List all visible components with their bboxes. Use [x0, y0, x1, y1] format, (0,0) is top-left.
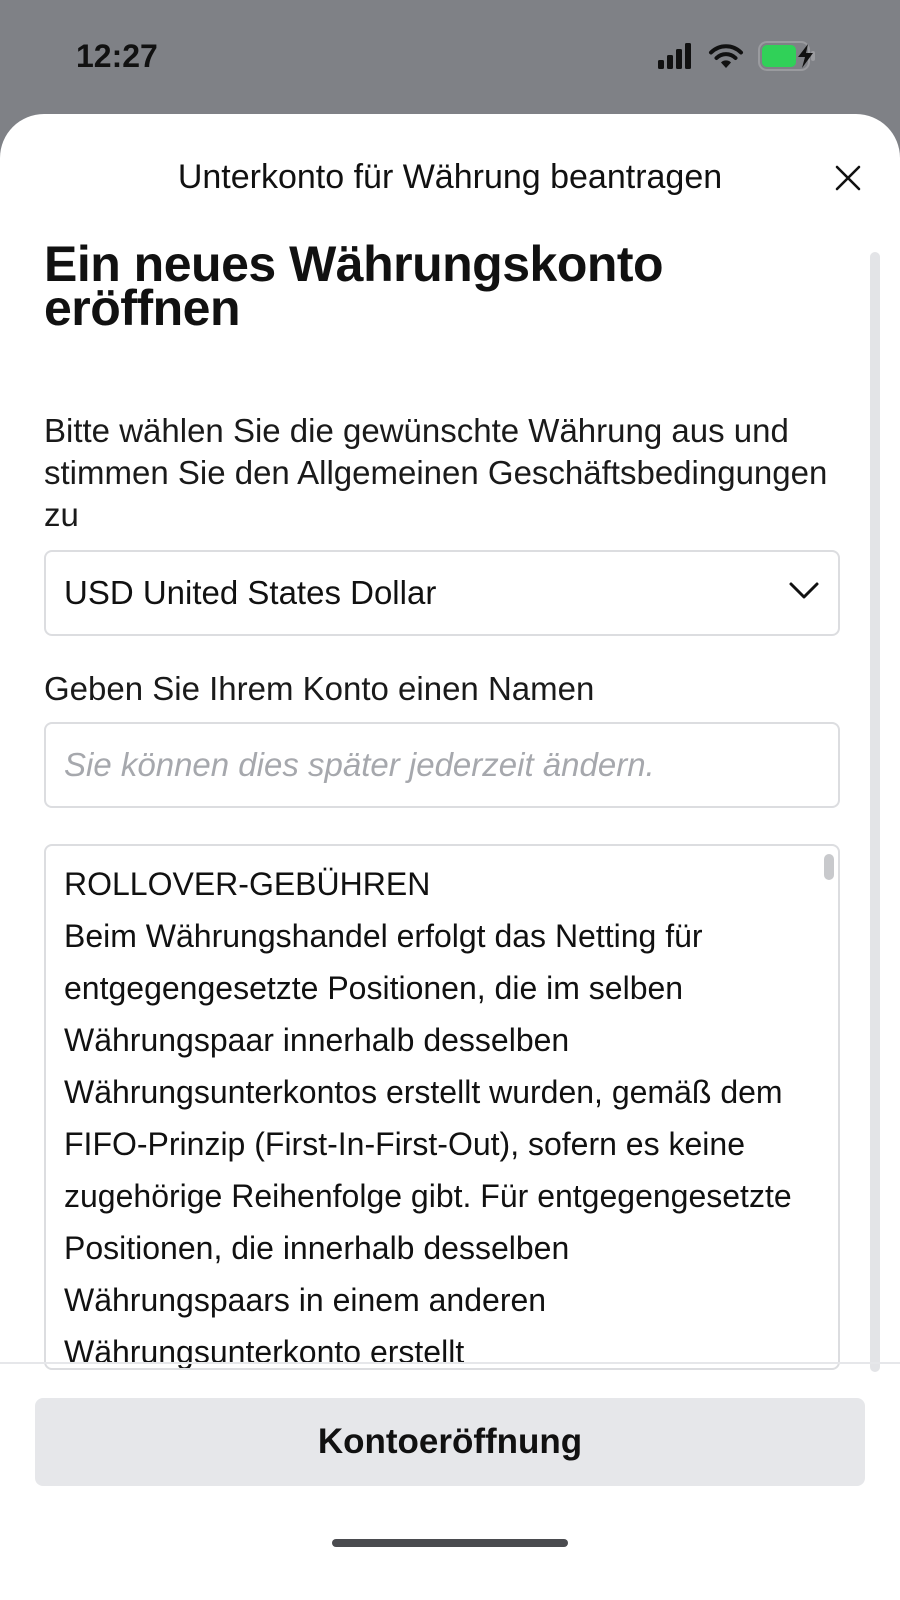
status-bar: 12:27: [0, 0, 900, 115]
battery-charging-icon: [758, 40, 824, 76]
sheet-title: Unterkonto für Währung beantragen: [177, 158, 723, 196]
bottom-sheet: Unterkonto für Währung beantragen Ein ne…: [0, 114, 900, 1600]
terms-body: Beim Währungshandel erfolgt das Netting …: [64, 918, 792, 1370]
sheet-scrollbar[interactable]: [870, 252, 880, 1372]
terms-scroll-box[interactable]: ROLLOVER-GEBÜHREN Beim Währungshandel er…: [44, 844, 840, 1370]
terms-scrollbar[interactable]: [824, 854, 834, 880]
wifi-icon: [708, 43, 744, 74]
account-name-label: Geben Sie Ihrem Konto einen Namen: [44, 670, 595, 707]
status-time: 12:27: [76, 38, 158, 74]
close-button[interactable]: [828, 160, 868, 200]
intro-text: Bitte wählen Sie die gewünschte Währung …: [44, 412, 828, 533]
currency-select-value: USD United States Dollar: [64, 574, 437, 611]
terms-title: ROLLOVER-GEBÜHREN: [64, 866, 431, 902]
footer-divider: [0, 1362, 900, 1364]
open-account-button[interactable]: Kontoeröffnung: [35, 1398, 865, 1486]
account-name-input[interactable]: [44, 722, 840, 808]
close-icon: [834, 164, 862, 197]
home-indicator: [332, 1539, 568, 1547]
sheet-header: Unterkonto für Währung beantragen: [0, 114, 900, 224]
chevron-down-icon: [788, 581, 820, 606]
status-icons: [658, 40, 824, 76]
cellular-signal-icon: [658, 42, 694, 74]
currency-select[interactable]: USD United States Dollar: [44, 550, 840, 636]
sheet-content: Ein neues Währungskonto eröffnen Bitte w…: [44, 236, 840, 1370]
page-heading: Ein neues Währungskonto eröffnen: [44, 236, 664, 336]
